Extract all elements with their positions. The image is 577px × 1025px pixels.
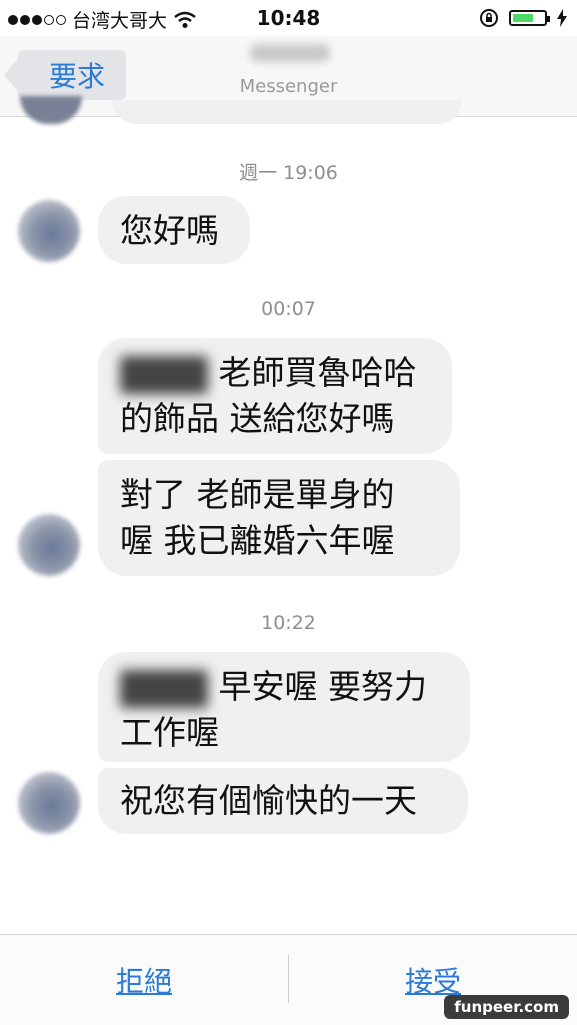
avatar[interactable] — [18, 772, 80, 834]
message-bubble[interactable]: 老師買魯哈哈 的飾品 送給您好嗎 — [98, 338, 452, 454]
avatar — [20, 96, 82, 124]
timestamp: 00:07 — [261, 298, 316, 320]
message-text: 喔 我已離婚六年喔 — [120, 521, 395, 560]
message-text: 對了 老師是單身的 — [120, 475, 395, 514]
timestamp: 10:22 — [261, 612, 316, 634]
timestamp: 週一 19:06 — [239, 162, 338, 184]
redacted-text — [120, 355, 208, 394]
status-bar: 台湾大哥大 10:48 — [0, 0, 577, 36]
request-action-bar: 拒絕 接受 funpeer.com — [0, 934, 577, 1025]
watermark: funpeer.com — [444, 995, 569, 1019]
message-bubble[interactable]: 早安喔 要努力 工作喔 — [98, 652, 470, 762]
charging-icon — [557, 9, 567, 27]
contact-name-blurred — [250, 44, 330, 62]
nav-subtitle: Messenger — [239, 76, 338, 97]
message-bubble-partial — [112, 100, 462, 124]
status-indicators — [479, 8, 567, 28]
message-text: 的飾品 送給您好嗎 — [120, 399, 395, 438]
message-text: 早安喔 要努力 — [218, 667, 428, 706]
message-text: 老師買魯哈哈 — [218, 353, 417, 392]
message-bubble[interactable]: 對了 老師是單身的 喔 我已離婚六年喔 — [98, 460, 460, 576]
avatar[interactable] — [18, 200, 80, 262]
message-bubble[interactable]: 您好嗎 — [98, 196, 250, 264]
message-bubble[interactable]: 祝您有個愉快的一天 — [98, 768, 468, 834]
message-text: 工作喔 — [120, 713, 219, 752]
message-text: 您好嗎 — [120, 211, 219, 250]
avatar[interactable] — [18, 514, 80, 576]
redacted-text — [120, 669, 208, 708]
decline-button[interactable]: 拒絕 — [0, 935, 288, 1025]
battery-icon — [509, 10, 550, 26]
message-text: 祝您有個愉快的一天 — [120, 781, 417, 820]
rotation-lock-icon — [480, 9, 498, 27]
